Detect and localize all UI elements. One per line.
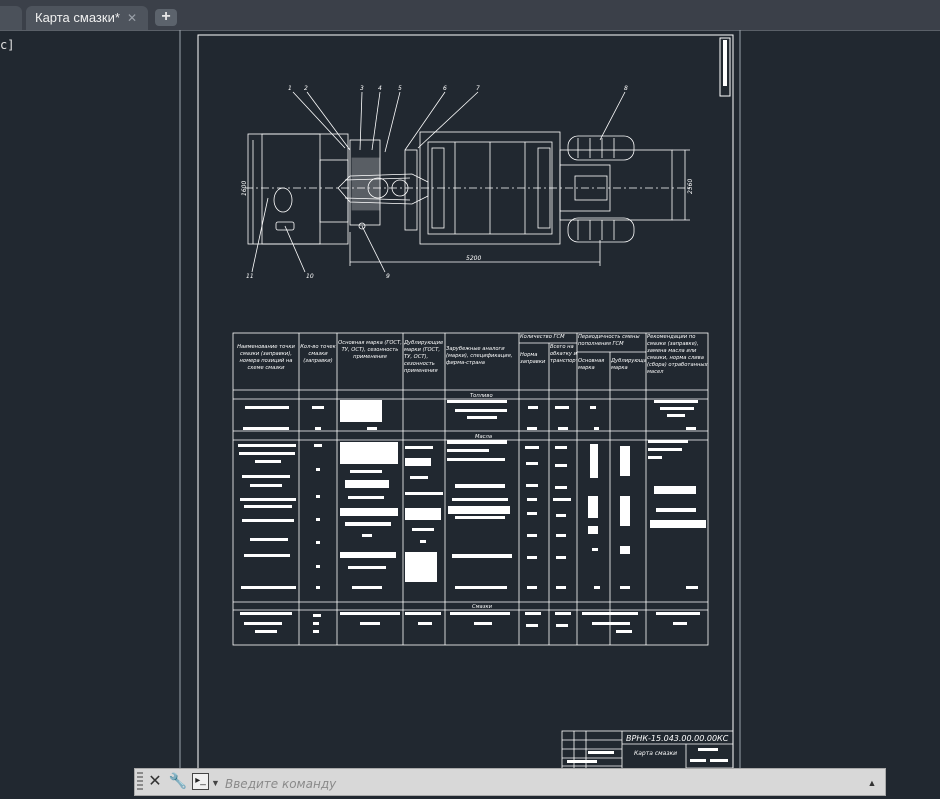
table-headers: Наименование точки смазки (заправки), но… bbox=[237, 334, 708, 610]
section-greases: Смазки bbox=[472, 604, 493, 610]
callout-3: 3 bbox=[360, 85, 364, 92]
callout-11: 11 bbox=[246, 273, 254, 280]
title-block-code: ВРНК-15.043.00.00.00КС bbox=[626, 734, 729, 743]
drawing-canvas[interactable]: 1 2 3 4 5 6 7 8 11 10 9 1600 2560 5200 Н… bbox=[0, 30, 940, 768]
header-foreign-analogs: Зарубежные аналоги (марки), спецификация… bbox=[446, 346, 513, 366]
callout-5: 5 bbox=[398, 85, 402, 92]
header-quantity: Количество ГСМ bbox=[520, 334, 565, 340]
callout-10: 10 bbox=[306, 273, 314, 280]
tab-previous[interactable] bbox=[0, 6, 22, 30]
callout-9: 9 bbox=[386, 273, 390, 280]
header-periodicity: Периодичность смены пополнения ГСМ bbox=[578, 334, 640, 347]
chevron-up-icon[interactable]: ▲ bbox=[865, 771, 879, 793]
drawing-labels: 1 2 3 4 5 6 7 8 11 10 9 1600 2560 5200 bbox=[241, 85, 694, 280]
callout-2: 2 bbox=[304, 85, 308, 92]
callout-6: 6 bbox=[443, 85, 447, 92]
chevron-down-icon[interactable]: ▼ bbox=[211, 771, 221, 793]
dim-left: 1600 bbox=[241, 181, 248, 196]
header-point-name: Наименование точки смазки (заправки), но… bbox=[237, 344, 295, 371]
command-input[interactable] bbox=[223, 772, 847, 795]
command-line: ✕ 🔧 ▸_ ▼ ▲ bbox=[134, 768, 886, 796]
wrench-icon[interactable]: 🔧 bbox=[168, 771, 188, 793]
drag-handle[interactable] bbox=[137, 772, 143, 792]
callout-8: 8 bbox=[624, 85, 628, 92]
header-main-brand: Основная марка (ГОСТ, ТУ, ОСТ), сезоннос… bbox=[338, 340, 402, 360]
dim-right: 2560 bbox=[687, 179, 694, 194]
section-fuel: Топливо bbox=[470, 393, 493, 399]
command-prompt-icon[interactable]: ▸_ bbox=[192, 773, 209, 790]
header-total: Всего на обкатку и транспортировку bbox=[550, 344, 577, 364]
header-main-mark: Основная марка bbox=[578, 358, 605, 371]
close-icon[interactable]: ✕ bbox=[146, 771, 164, 793]
header-recommendations: Рекомендации по смазке (заправке), замен… bbox=[647, 334, 708, 375]
tab-bar: Карта смазки* ✕ + bbox=[0, 0, 940, 31]
callout-4: 4 bbox=[378, 85, 382, 92]
title-block-name: Карта смазки bbox=[634, 750, 677, 757]
machine-drawing bbox=[245, 91, 690, 273]
new-tab-button[interactable]: + bbox=[155, 9, 177, 26]
tab-close-icon[interactable]: ✕ bbox=[124, 6, 140, 30]
header-backup-brand: Дублирующие марки (ГОСТ, ТУ, ОСТ), сезон… bbox=[404, 340, 444, 374]
header-point-count: Кол-во точек смазки (заправки) bbox=[300, 344, 336, 364]
header-backup-mark: Дублирующая марка bbox=[611, 358, 646, 371]
header-fill-norm: Норма заправки bbox=[520, 352, 546, 365]
callout-1: 1 bbox=[288, 85, 292, 92]
callout-7: 7 bbox=[476, 85, 480, 92]
section-oils: Масла bbox=[475, 434, 492, 440]
dim-bottom: 5200 bbox=[466, 255, 481, 262]
table-cell-blocks bbox=[238, 400, 706, 633]
